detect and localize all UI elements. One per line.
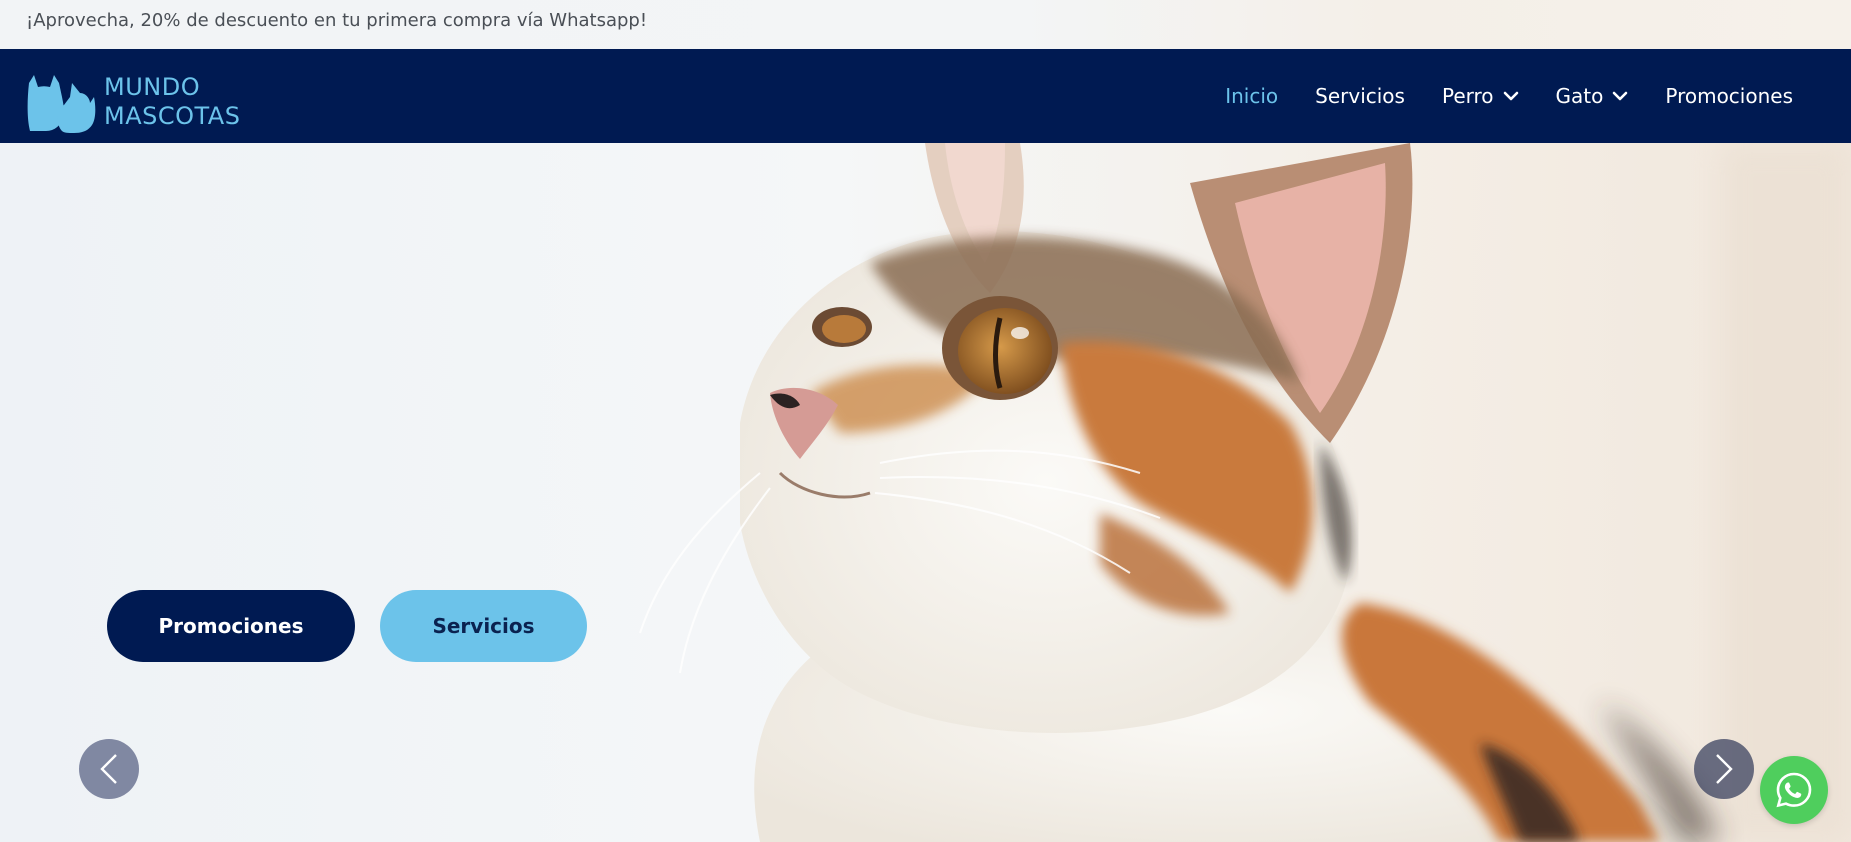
calico-cat-photo xyxy=(0,143,1851,842)
nav-item-label: Servicios xyxy=(1315,84,1405,108)
chevron-down-icon xyxy=(1613,91,1628,101)
nav-item-inicio[interactable]: Inicio xyxy=(1225,84,1278,108)
nav-item-gato[interactable]: Gato xyxy=(1556,84,1629,108)
promociones-button[interactable]: Promociones xyxy=(107,590,355,662)
nav-menu: Inicio Servicios Perro Gato Promociones xyxy=(1188,49,1793,143)
announcement-bar: ¡Aprovecha, 20% de descuento en tu prime… xyxy=(0,0,1851,49)
hero-slider xyxy=(0,143,1851,842)
nav-item-label: Gato xyxy=(1555,84,1604,108)
announcement-text: ¡Aprovecha, 20% de descuento en tu prime… xyxy=(26,10,648,31)
pets-silhouette-icon xyxy=(27,75,96,133)
chevron-left-icon xyxy=(100,754,117,784)
chevron-right-icon xyxy=(1716,754,1733,784)
servicios-button[interactable]: Servicios xyxy=(380,590,587,662)
next-slide-button[interactable] xyxy=(1694,739,1754,799)
brand-name: MUNDO MASCOTAS xyxy=(104,73,240,131)
nav-item-label: Perro xyxy=(1441,84,1494,108)
nav-item-promociones[interactable]: Promociones xyxy=(1665,84,1793,108)
chevron-down-icon xyxy=(1503,91,1518,101)
whatsapp-icon xyxy=(1776,772,1812,808)
nav-item-label: Inicio xyxy=(1225,84,1279,108)
main-navbar: MUNDO MASCOTAS Inicio Servicios Perro Ga… xyxy=(0,49,1851,143)
brand-line2: MASCOTAS xyxy=(104,102,241,130)
nav-item-servicios[interactable]: Servicios xyxy=(1315,84,1405,108)
brand-logo[interactable]: MUNDO MASCOTAS xyxy=(26,71,266,133)
whatsapp-button[interactable] xyxy=(1760,756,1828,824)
nav-item-label: Promociones xyxy=(1665,84,1793,108)
brand-line1: MUNDO xyxy=(104,73,201,101)
nav-item-perro[interactable]: Perro xyxy=(1442,84,1519,108)
prev-slide-button[interactable] xyxy=(79,739,139,799)
